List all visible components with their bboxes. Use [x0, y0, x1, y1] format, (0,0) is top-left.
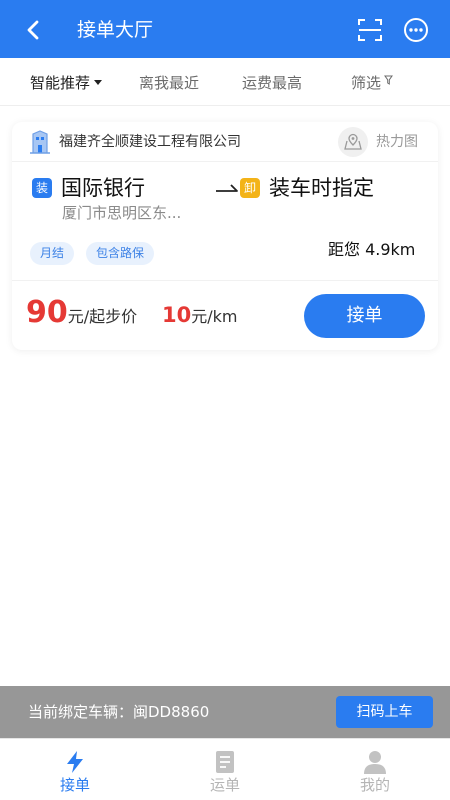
page-title: 接单大厅 [77, 19, 154, 41]
scan-button[interactable] [356, 16, 384, 44]
heat-map-button[interactable] [338, 127, 368, 157]
filter-label: 运费最高 [242, 74, 303, 92]
load-location: 国际银行 [61, 176, 145, 200]
bottom-tab-bar: 接单 运单 我的 [0, 738, 450, 800]
per-km-price-unit: 元/km [191, 307, 238, 326]
chevron-left-icon [27, 20, 39, 40]
start-price-unit: 元/起步价 [67, 307, 138, 326]
map-pin-icon [344, 133, 362, 150]
more-dots-icon [404, 18, 428, 42]
arrow-right-icon [216, 184, 238, 192]
funnel-icon [384, 75, 393, 85]
load-badge: 装 [32, 178, 52, 198]
start-price-value: 90 [26, 295, 68, 330]
caret-down-icon [94, 79, 103, 85]
accept-order-button[interactable]: 接单 [304, 294, 425, 338]
filter-label: 筛选 [351, 74, 382, 92]
back-button[interactable] [18, 16, 48, 44]
tab-label: 运单 [209, 776, 240, 794]
filter-highest-fee[interactable]: 运费最高 [242, 72, 302, 94]
order-card[interactable]: 福建齐全顺建设工程有限公司 热力图 装 国际银行 厦门市思明区东... 卸 装车… [12, 122, 438, 350]
more-button[interactable] [402, 16, 430, 44]
start-price: 90元/起步价 [26, 295, 137, 330]
tab-waybill[interactable]: 运单 [150, 739, 300, 800]
tab-mine[interactable]: 我的 [300, 739, 450, 800]
filter-label: 智能推荐 [30, 74, 91, 92]
company-row: 福建齐全顺建设工程有限公司 热力图 [12, 122, 438, 162]
company-name: 福建齐全顺建设工程有限公司 [59, 134, 241, 150]
bound-vehicle-bar: 当前绑定车辆：闽DD8860 扫码上车 [0, 686, 450, 738]
tab-accept[interactable]: 接单 [0, 739, 150, 800]
tag-monthly: 月结 [30, 242, 75, 265]
per-km-price-value: 10 [162, 303, 192, 327]
per-km-price: 10元/km [162, 303, 237, 327]
filter-screen[interactable]: 筛选 [351, 72, 393, 94]
filter-smart-recommend[interactable]: 智能推荐 [30, 72, 103, 94]
filter-bar: 智能推荐 离我最近 运费最高 筛选 [0, 58, 450, 106]
tab-label: 我的 [359, 776, 390, 794]
divider [12, 280, 438, 281]
lightning-icon [67, 751, 83, 773]
unload-location: 装车时指定 [269, 176, 374, 200]
bound-vehicle-text: 当前绑定车辆：闽DD8860 [28, 703, 210, 721]
unload-badge: 卸 [240, 178, 260, 198]
load-address: 厦门市思明区东... [62, 204, 182, 222]
tab-label: 接单 [59, 776, 90, 794]
heat-map-label[interactable]: 热力图 [376, 131, 418, 153]
document-icon [216, 751, 234, 773]
filter-label: 离我最近 [139, 74, 200, 92]
scan-frame-icon [358, 19, 382, 41]
tag-road-insurance: 包含路保 [86, 242, 155, 265]
scan-board-button[interactable]: 扫码上车 [336, 696, 433, 728]
distance-text: 距您 4.9km [328, 240, 416, 259]
app-header: 接单大厅 [0, 0, 450, 58]
person-icon [364, 751, 386, 774]
filter-nearest[interactable]: 离我最近 [139, 72, 199, 94]
building-icon [30, 130, 50, 154]
